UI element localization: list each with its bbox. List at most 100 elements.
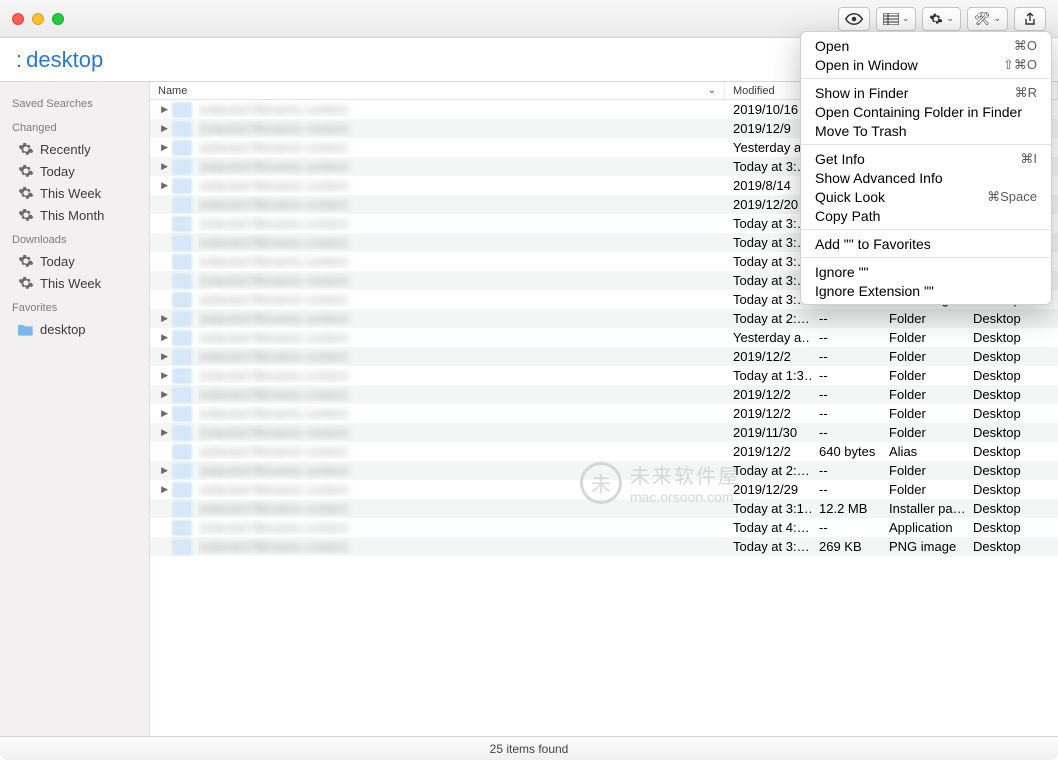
sidebar-item[interactable]: desktop (0, 318, 149, 340)
tools-menu-button[interactable]: 🛠 ⌄ (967, 7, 1008, 31)
table-row[interactable]: ▶redacted filename content2019/12/2--Fol… (150, 385, 1058, 404)
table-row[interactable]: ▶redacted filename content2019/11/30--Fo… (150, 423, 1058, 442)
table-row[interactable]: ▶redacted filename content2019/12/2--Fol… (150, 347, 1058, 366)
menu-item[interactable]: Copy Path (801, 206, 1051, 225)
disclosure-triangle-icon[interactable]: ▶ (150, 123, 172, 134)
size-cell: 12.2 MB (811, 501, 881, 516)
sidebar-item[interactable]: This Month (0, 204, 149, 226)
disclosure-triangle-icon[interactable]: ▶ (150, 408, 172, 419)
menu-item[interactable]: Get Info⌘I (801, 149, 1051, 168)
table-row[interactable]: redacted filename contentToday at 4:…--A… (150, 518, 1058, 537)
view-mode-button[interactable]: ⌄ (876, 7, 917, 31)
file-name-cell: redacted filename content (198, 235, 725, 250)
table-row[interactable]: ▶redacted filename content2019/12/2--Fol… (150, 404, 1058, 423)
file-icon (172, 425, 192, 441)
menu-item[interactable]: Show in Finder⌘R (801, 83, 1051, 102)
table-row[interactable]: ▶redacted filename content2019/12/29--Fo… (150, 480, 1058, 499)
disclosure-triangle-icon[interactable]: ▶ (150, 351, 172, 362)
disclosure-triangle-icon[interactable]: ▶ (150, 484, 172, 495)
menu-item-shortcut: ⌘I (1020, 151, 1037, 167)
disclosure-triangle-icon[interactable]: ▶ (150, 332, 172, 343)
file-name-cell: redacted filename content (198, 140, 725, 155)
zoom-window-button[interactable] (52, 13, 64, 25)
where-cell: Desktop (965, 520, 1058, 535)
sidebar-item-label: This Week (40, 186, 101, 201)
menu-item[interactable]: Open in Window⇧⌘O (801, 55, 1051, 74)
menu-separator (801, 229, 1051, 230)
folder-icon (18, 321, 34, 337)
table-row[interactable]: ▶redacted filename contentYesterday a…--… (150, 328, 1058, 347)
modified-cell: Today at 3:1… (725, 501, 811, 516)
modified-cell: Today at 3:… (725, 254, 811, 269)
table-row[interactable]: ▶redacted filename contentToday at 2:…--… (150, 309, 1058, 328)
menu-item[interactable]: Show Advanced Info (801, 168, 1051, 187)
sidebar-item-label: Recently (40, 142, 91, 157)
where-cell: Desktop (965, 539, 1058, 554)
modified-cell: 2019/12/9 (725, 121, 811, 136)
disclosure-triangle-icon[interactable]: ▶ (150, 161, 172, 172)
modified-cell: Today at 3:… (725, 216, 811, 231)
table-row[interactable]: redacted filename contentToday at 3:1…12… (150, 499, 1058, 518)
column-header-name[interactable]: Name⌄ (150, 82, 725, 99)
where-cell: Desktop (965, 425, 1058, 440)
action-menu-button[interactable]: ⌄ (922, 7, 961, 31)
disclosure-triangle-icon[interactable]: ▶ (150, 370, 172, 381)
sidebar-section-header: Changed (0, 114, 149, 138)
sidebar-section-header: Favorites (0, 294, 149, 318)
close-window-button[interactable] (12, 13, 24, 25)
disclosure-triangle-icon[interactable]: ▶ (150, 427, 172, 438)
sidebar-item[interactable]: This Week (0, 272, 149, 294)
sidebar-item[interactable]: Recently (0, 138, 149, 160)
disclosure-triangle-icon[interactable]: ▶ (150, 313, 172, 324)
share-icon (1024, 12, 1036, 26)
minimize-window-button[interactable] (32, 13, 44, 25)
menu-item-shortcut: ⌘O (1014, 38, 1037, 54)
table-row[interactable]: redacted filename content2019/12/2640 by… (150, 442, 1058, 461)
menu-item[interactable]: Open Containing Folder in Finder (801, 102, 1051, 121)
disclosure-triangle-icon[interactable]: ▶ (150, 104, 172, 115)
action-context-menu: Open⌘OOpen in Window⇧⌘O Show in Finder⌘RO… (800, 31, 1052, 305)
where-cell: Desktop (965, 368, 1058, 383)
file-icon (172, 273, 192, 289)
size-cell: -- (811, 387, 881, 402)
modified-cell: 2019/12/2 (725, 349, 811, 364)
kind-cell: Folder (881, 349, 965, 364)
sidebar-item[interactable]: Today (0, 250, 149, 272)
file-name-cell: redacted filename content (198, 159, 725, 174)
sidebar-item[interactable]: Today (0, 160, 149, 182)
size-cell: -- (811, 463, 881, 478)
sidebar-item[interactable]: This Week (0, 182, 149, 204)
table-row[interactable]: ▶redacted filename contentToday at 1:3…-… (150, 366, 1058, 385)
menu-item[interactable]: Ignore "" (801, 262, 1051, 281)
menu-item[interactable]: Quick Look⌘Space (801, 187, 1051, 206)
gear-icon (18, 163, 34, 179)
table-row[interactable]: ▶redacted filename contentToday at 2:…--… (150, 461, 1058, 480)
sidebar-item-label: desktop (40, 322, 86, 337)
disclosure-triangle-icon[interactable]: ▶ (150, 389, 172, 400)
preview-toggle-button[interactable] (838, 7, 870, 31)
size-cell: -- (811, 368, 881, 383)
column-header-modified[interactable]: Modified (725, 82, 811, 99)
file-name-cell: redacted filename content (198, 387, 725, 402)
size-cell: -- (811, 482, 881, 497)
modified-cell: 2019/11/30 (725, 425, 811, 440)
where-cell: Desktop (965, 311, 1058, 326)
disclosure-triangle-icon[interactable]: ▶ (150, 180, 172, 191)
menu-item[interactable]: Ignore Extension "" (801, 281, 1051, 300)
menu-item[interactable]: Add "" to Favorites (801, 234, 1051, 253)
file-icon (172, 368, 192, 384)
path-crumb[interactable]: desktop (26, 47, 103, 73)
file-name-cell: redacted filename content (198, 178, 725, 193)
gear-icon (18, 185, 34, 201)
menu-item-label: Move To Trash (815, 123, 907, 139)
modified-cell: 2019/8/14 (725, 178, 811, 193)
gear-icon (18, 141, 34, 157)
table-row[interactable]: redacted filename contentToday at 3:…269… (150, 537, 1058, 556)
disclosure-triangle-icon[interactable]: ▶ (150, 465, 172, 476)
disclosure-triangle-icon[interactable]: ▶ (150, 142, 172, 153)
size-cell: -- (811, 406, 881, 421)
share-button[interactable] (1014, 7, 1046, 31)
kind-cell: Folder (881, 463, 965, 478)
menu-item[interactable]: Move To Trash (801, 121, 1051, 140)
menu-item[interactable]: Open⌘O (801, 36, 1051, 55)
